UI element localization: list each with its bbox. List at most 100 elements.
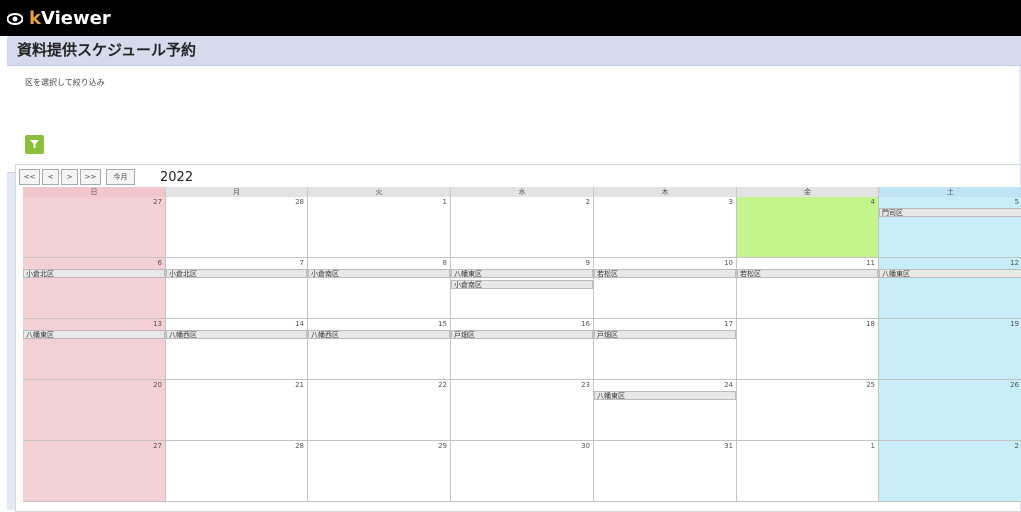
day-number: 15 — [438, 320, 447, 328]
calendar-day-cell[interactable]: 16 戸畑区 — [451, 319, 594, 380]
calendar-day-cell[interactable]: 4 — [737, 197, 879, 258]
calendar-day-cell[interactable]: 22 — [308, 380, 451, 441]
day-number: 17 — [724, 320, 733, 328]
calendar-event[interactable]: 小倉北区 — [23, 269, 165, 278]
calendar-day-cell[interactable]: 13 八幡東区 — [23, 319, 166, 380]
day-number: 28 — [295, 198, 304, 206]
filter-panel: 区を選択して絞り込み — [7, 66, 1019, 173]
day-number: 23 — [581, 381, 590, 389]
weekday-header: 火 — [308, 187, 451, 197]
calendar-day-cell[interactable]: 1 — [737, 441, 879, 502]
page-container: 資料提供スケジュール予約 区を選択して絞り込み << < > >> 今月 20 2… — [7, 36, 1021, 512]
calendar-day-cell[interactable]: 14 八幡西区 — [166, 319, 308, 380]
calendar-day-cell[interactable]: 17 戸畑区 — [594, 319, 737, 380]
calendar-day-cell[interactable]: 18 — [737, 319, 879, 380]
calendar-event[interactable]: 八幡東区 — [879, 269, 1021, 278]
calendar-day-cell[interactable]: 23 — [451, 380, 594, 441]
day-number: 24 — [724, 381, 733, 389]
day-number: 19 — [1010, 320, 1019, 328]
calendar-day-cell[interactable]: 11 若松区 — [737, 258, 879, 319]
calendar-day-cell[interactable]: 1 — [308, 197, 451, 258]
filter-icon — [30, 140, 39, 149]
calendar-day-cell[interactable]: 27 — [23, 197, 166, 258]
day-number: 1 — [870, 442, 875, 450]
prev-month-button[interactable]: < — [42, 169, 59, 185]
calendar-day-cell[interactable]: 30 — [451, 441, 594, 502]
prev-year-button[interactable]: << — [19, 169, 40, 185]
calendar-day-cell[interactable]: 31 — [594, 441, 737, 502]
filter-label: 区を選択して絞り込み — [25, 78, 105, 87]
day-number: 14 — [295, 320, 304, 328]
page-title: 資料提供スケジュール予約 — [17, 41, 196, 59]
calendar-event[interactable]: 八幡西区 — [166, 330, 307, 339]
day-number: 27 — [153, 198, 162, 206]
app-logo[interactable]: kViewer — [0, 8, 140, 30]
calendar-event[interactable]: 門司区 — [879, 208, 1021, 217]
weekday-header: 日 — [23, 187, 166, 197]
calendar-event[interactable]: 小倉南区 — [451, 280, 593, 289]
calendar-day-cell[interactable]: 15 八幡西区 — [308, 319, 451, 380]
calendar-event[interactable]: 戸畑区 — [594, 330, 736, 339]
day-number: 9 — [585, 259, 590, 267]
day-number: 28 — [295, 442, 304, 450]
calendar-day-cell[interactable]: 5 門司区 — [879, 197, 1021, 258]
calendar-day-cell[interactable]: 10 若松区 — [594, 258, 737, 319]
calendar-event[interactable]: 若松区 — [737, 269, 878, 278]
today-button[interactable]: 今月 — [106, 169, 135, 185]
calendar-event[interactable]: 若松区 — [594, 269, 736, 278]
weekday-header: 土 — [879, 187, 1021, 197]
calendar-event[interactable]: 戸畑区 — [451, 330, 593, 339]
calendar-day-cell[interactable]: 27 — [23, 441, 166, 502]
weekday-header: 月 — [166, 187, 308, 197]
calendar-day-cell[interactable]: 3 — [594, 197, 737, 258]
day-number: 11 — [866, 259, 875, 267]
day-number: 25 — [866, 381, 875, 389]
title-bar: 資料提供スケジュール予約 — [7, 36, 1021, 66]
calendar-day-cell[interactable]: 2 — [451, 197, 594, 258]
day-number: 5 — [1014, 198, 1019, 206]
app-title: kViewer — [29, 8, 111, 29]
day-number: 26 — [1010, 381, 1019, 389]
calendar-day-cell[interactable]: 24 八幡東区 — [594, 380, 737, 441]
day-number: 2 — [585, 198, 590, 206]
calendar-event[interactable]: 八幡東区 — [23, 330, 165, 339]
calendar-day-cell[interactable]: 6 小倉北区 — [23, 258, 166, 319]
calendar-event[interactable]: 八幡東区 — [594, 391, 736, 400]
calendar-day-cell[interactable]: 20 — [23, 380, 166, 441]
day-number: 20 — [153, 381, 162, 389]
calendar-event[interactable]: 小倉南区 — [308, 269, 450, 278]
day-number: 7 — [299, 259, 304, 267]
calendar-day-cell[interactable]: 12 八幡東区 — [879, 258, 1021, 319]
calendar-day-cell[interactable]: 2 — [879, 441, 1021, 502]
day-number: 2 — [1014, 442, 1019, 450]
calendar-day-cell[interactable]: 28 — [166, 441, 308, 502]
weekday-header: 木 — [594, 187, 737, 197]
day-number: 13 — [153, 320, 162, 328]
calendar-day-cell[interactable]: 28 — [166, 197, 308, 258]
day-number: 10 — [724, 259, 733, 267]
calendar-day-cell[interactable]: 25 — [737, 380, 879, 441]
top-bar: kViewer — [0, 0, 1021, 36]
calendar-event[interactable]: 八幡東区 — [451, 269, 593, 278]
calendar-day-cell[interactable]: 21 — [166, 380, 308, 441]
day-number: 1 — [442, 198, 447, 206]
day-number: 29 — [438, 442, 447, 450]
next-month-button[interactable]: > — [61, 169, 78, 185]
calendar-day-cell[interactable]: 7 小倉北区 — [166, 258, 308, 319]
day-number: 18 — [866, 320, 875, 328]
calendar-event[interactable]: 八幡西区 — [308, 330, 450, 339]
day-number: 12 — [1010, 259, 1019, 267]
day-number: 6 — [157, 259, 162, 267]
filter-button[interactable] — [25, 135, 44, 154]
calendar-panel: << < > >> 今月 2022年 3月 日月火水木金土272812345門司… — [15, 164, 1021, 512]
next-year-button[interactable]: >> — [80, 169, 101, 185]
calendar-event[interactable]: 小倉北区 — [166, 269, 307, 278]
day-number: 31 — [724, 442, 733, 450]
eye-icon — [7, 13, 23, 25]
calendar-day-cell[interactable]: 19 — [879, 319, 1021, 380]
calendar-day-cell[interactable]: 26 — [879, 380, 1021, 441]
calendar-day-cell[interactable]: 8 小倉南区 — [308, 258, 451, 319]
calendar-day-cell[interactable]: 29 — [308, 441, 451, 502]
weekday-header: 水 — [451, 187, 594, 197]
calendar-day-cell[interactable]: 9 八幡東区小倉南区 — [451, 258, 594, 319]
